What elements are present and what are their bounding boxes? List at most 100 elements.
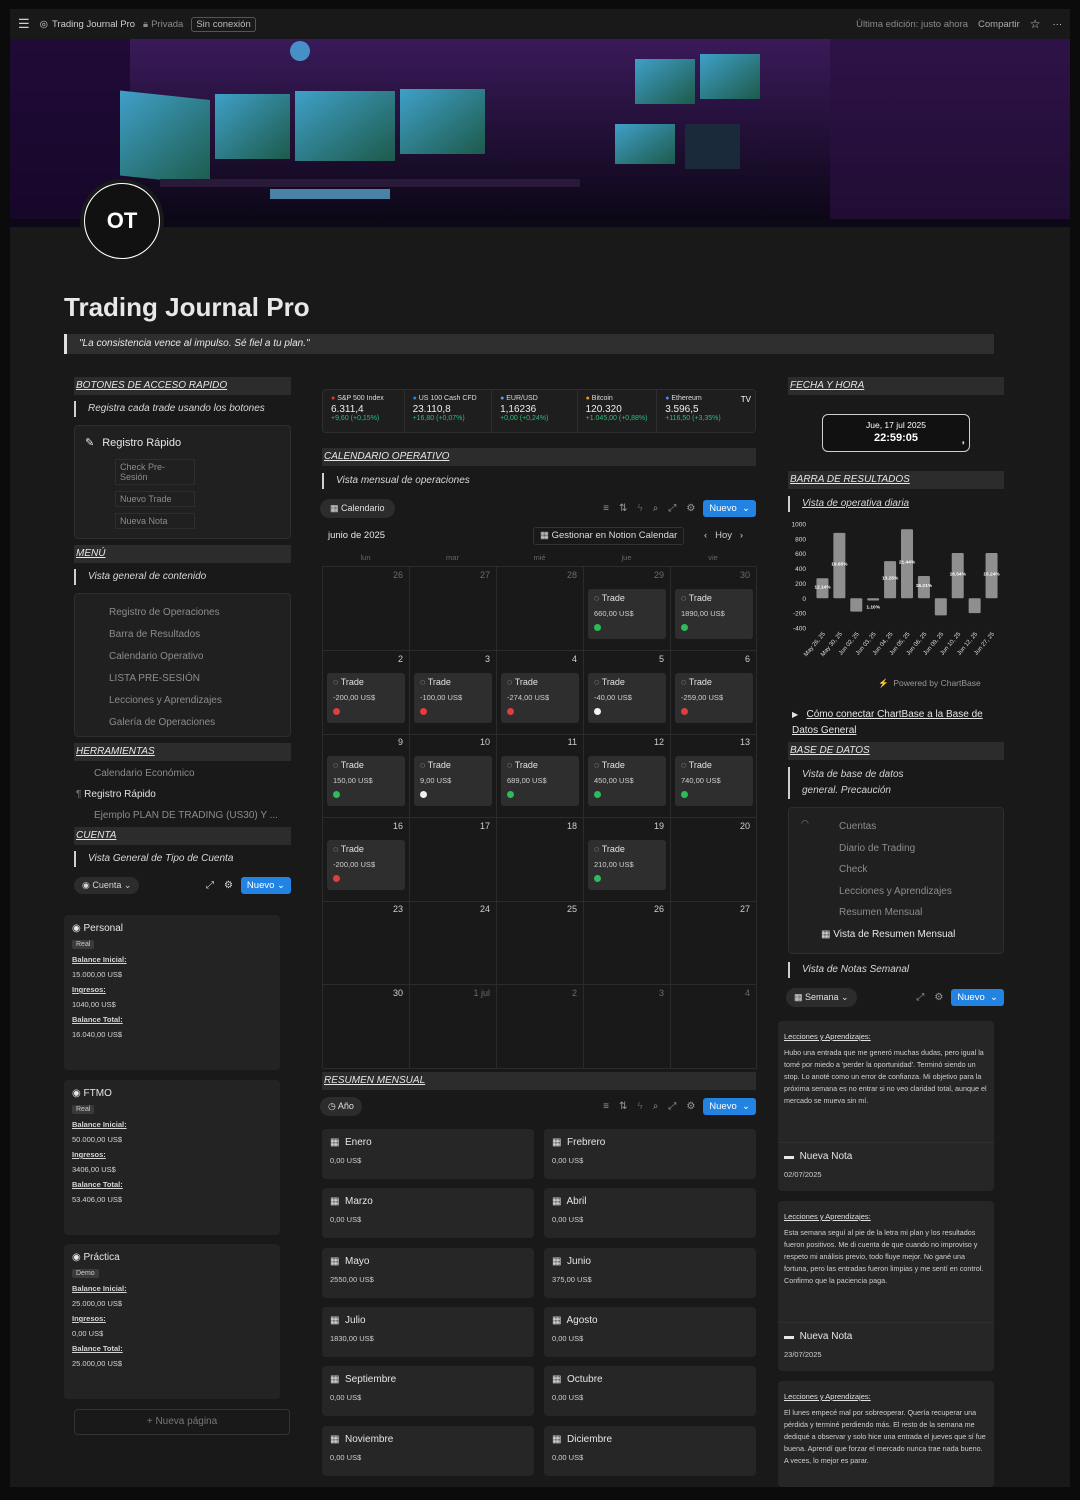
calendar-day-cell[interactable]: 30 (323, 985, 410, 1069)
calendar-new-button[interactable]: Nuevo ⌄ (703, 499, 756, 517)
menu-item-presession[interactable]: LISTA PRE-SESIÓN (109, 668, 290, 690)
expand-icon[interactable]: ⤢ (668, 503, 676, 514)
calendar-day-cell[interactable]: 3 ◌ Trade -100,00 US$ (410, 650, 497, 735)
trade-card[interactable]: ◌ Trade -40,00 US$ (588, 672, 666, 723)
db-item-diary[interactable]: Diario de Trading (839, 838, 1003, 860)
account-card[interactable]: ◉ Personal Real Balance Inicial: 15.000,… (64, 915, 280, 1070)
new-note-button[interactable]: Nueva Nota (115, 513, 195, 529)
settings-icon[interactable]: ⚙ (686, 1101, 695, 1112)
expand-icon[interactable]: ⤢ (916, 992, 924, 1003)
month-card[interactable]: ▦ Junio 375,00 US$ (544, 1247, 756, 1298)
calendar-day-cell[interactable]: 30 ◌ Trade 1890,00 US$ (671, 567, 757, 651)
calendar-day-cell[interactable]: 3 (584, 985, 671, 1069)
month-card[interactable]: ▦ Octubre 0,00 US$ (544, 1366, 756, 1417)
weekly-note-card[interactable]: Lecciones y Aprendizajes: Esta semana se… (778, 1201, 994, 1371)
db-item-monthly-view[interactable]: ▦ Vista de Resumen Mensual (821, 924, 1003, 946)
calendar-day-cell[interactable]: 18 (497, 817, 584, 902)
trade-card[interactable]: ◌ Trade 689,00 US$ (501, 756, 579, 807)
calendar-view-tab[interactable]: ▦ Calendario (320, 498, 395, 518)
trade-card[interactable]: ◌ Trade 660,00 US$ (588, 589, 666, 639)
trade-card[interactable]: ◌ Trade -274,00 US$ (501, 672, 579, 723)
ticker-item[interactable]: ● Bitcoin 120.320 +1.045,00 (+0,88%) (578, 390, 658, 432)
db-item-monthly[interactable]: Resumen Mensual (839, 902, 1003, 924)
prev-month-icon[interactable]: ‹ (704, 530, 707, 541)
expand-icon[interactable]: ⤢ (206, 880, 214, 891)
calendar-day-cell[interactable]: 4 ◌ Trade -274,00 US$ (497, 650, 584, 735)
month-card[interactable]: ▦ Marzo 0,00 US$ (322, 1188, 534, 1239)
automation-icon[interactable]: ϟ (637, 1101, 642, 1112)
weekly-note-card[interactable]: Lecciones y Aprendizajes: El lunes empec… (778, 1381, 994, 1487)
calendar-day-cell[interactable]: 12 ◌ Trade 450,00 US$ (584, 734, 671, 819)
calendar-day-cell[interactable]: 24 (410, 901, 497, 986)
account-new-button[interactable]: Nuevo ⌄ (240, 876, 291, 894)
db-item-check[interactable]: Check (839, 859, 1003, 881)
ticker-item[interactable]: ● EUR/USD 1,16236 +0,00 (+0,24%) (492, 390, 578, 432)
year-view-tab[interactable]: ◷ Año (320, 1096, 362, 1116)
menu-item-gallery[interactable]: Galería de Operaciones (109, 712, 290, 734)
clock-toggle-icon[interactable]: ◑ (960, 438, 965, 447)
month-card[interactable]: ▦ Frebrero 0,00 US$ (544, 1129, 756, 1179)
trade-card[interactable]: ◌ Trade -100,00 US$ (414, 672, 492, 723)
calendar-day-cell[interactable]: 16 ◌ Trade -200,00 US$ (323, 817, 410, 902)
new-page-button[interactable]: + Nueva página (74, 1409, 290, 1435)
trade-card[interactable]: ◌ Trade 9,00 US$ (414, 756, 492, 807)
calendar-day-cell[interactable]: 27 (671, 901, 757, 986)
month-card[interactable]: ▦ Diciembre 0,00 US$ (544, 1425, 756, 1476)
db-item-accounts[interactable]: Cuentas (839, 816, 1003, 838)
search-icon[interactable]: ⌕ (653, 1101, 659, 1112)
tool-quick-register[interactable]: ¶ Registro Rápido (76, 785, 291, 805)
calendar-day-cell[interactable]: 1 jul (410, 985, 497, 1069)
result-bar[interactable] (867, 598, 880, 601)
trade-card[interactable]: ◌ Trade 450,00 US$ (588, 756, 666, 807)
monthly-new-button[interactable]: Nuevo ⌄ (703, 1097, 756, 1115)
calendar-day-cell[interactable]: 28 (497, 567, 584, 651)
notion-calendar-button[interactable]: ▦ Gestionar en Notion Calendar (533, 527, 685, 545)
next-month-icon[interactable]: › (740, 530, 743, 541)
filter-icon[interactable]: ≡ (603, 1101, 609, 1112)
result-bar[interactable] (850, 598, 863, 612)
menu-item-lessons[interactable]: Lecciones y Aprendizajes (109, 690, 290, 712)
chartbase-toggle[interactable]: ▶ Cómo conectar ChartBase a la Base de D… (792, 707, 1002, 739)
calendar-day-cell[interactable]: 13 ◌ Trade 740,00 US$ (671, 734, 757, 819)
more-icon[interactable]: ··· (1053, 19, 1063, 30)
settings-icon[interactable]: ⚙ (934, 992, 943, 1003)
calendar-day-cell[interactable]: 29 ◌ Trade 660,00 US$ (584, 567, 671, 651)
account-card[interactable]: ◉ Práctica Demo Balance Inicial: 25.000,… (64, 1244, 280, 1399)
month-card[interactable]: ▦ Septiembre 0,00 US$ (322, 1366, 534, 1417)
account-view-tab[interactable]: ◉ Cuenta ⌄ (74, 876, 140, 894)
trade-card[interactable]: ◌ Trade -200,00 US$ (327, 839, 405, 890)
filter-icon[interactable]: ≡ (603, 503, 609, 514)
settings-icon[interactable]: ⚙ (224, 880, 233, 891)
menu-item-calendar[interactable]: Calendario Operativo (109, 646, 290, 668)
calendar-day-cell[interactable]: 26 (323, 567, 410, 651)
calendar-day-cell[interactable]: 19 ◌ Trade 210,00 US$ (584, 817, 671, 902)
chartbase-credit[interactable]: ⚡ Powered by ChartBase (878, 678, 981, 689)
check-presession-button[interactable]: Check Pre-Sesión (115, 459, 195, 485)
calendar-day-cell[interactable]: 4 (671, 985, 757, 1069)
privacy-label[interactable]: Privada (151, 19, 183, 30)
calendar-day-cell[interactable]: 27 (410, 567, 497, 651)
result-bar[interactable] (934, 598, 947, 616)
tradingview-logo-icon[interactable]: TV (736, 390, 755, 432)
month-card[interactable]: ▦ Julio 1830,00 US$ (322, 1306, 534, 1357)
calendar-day-cell[interactable]: 20 (671, 817, 757, 902)
weekly-note-card[interactable]: Lecciones y Aprendizajes: Hubo una entra… (778, 1021, 994, 1191)
breadcrumb-title[interactable]: Trading Journal Pro (52, 19, 135, 30)
calendar-day-cell[interactable]: 26 (584, 901, 671, 986)
calendar-day-cell[interactable]: 25 (497, 901, 584, 986)
trade-card[interactable]: ◌ Trade 150,00 US$ (327, 756, 405, 807)
expand-icon[interactable]: ⤢ (668, 1101, 676, 1112)
menu-icon[interactable]: ☰ (18, 16, 30, 32)
calendar-day-cell[interactable]: 11 ◌ Trade 689,00 US$ (497, 734, 584, 819)
menu-item-operations[interactable]: Registro de Operaciones (109, 602, 290, 624)
sort-icon[interactable]: ⇅ (619, 1101, 627, 1112)
month-card[interactable]: ▦ Agosto 0,00 US$ (544, 1306, 756, 1357)
tool-trading-plan[interactable]: Ejemplo PLAN DE TRADING (US30) Y ... (94, 807, 291, 825)
menu-item-results[interactable]: Barra de Resultados (109, 624, 290, 646)
tool-economic-calendar[interactable]: Calendario Económico (94, 765, 291, 783)
today-button[interactable]: Hoy (715, 530, 732, 541)
month-card[interactable]: ▦ Mayo 2550,00 US$ (322, 1247, 534, 1298)
automation-icon[interactable]: ϟ (637, 503, 642, 514)
calendar-day-cell[interactable]: 2 ◌ Trade -200,00 US$ (323, 650, 410, 735)
trade-card[interactable]: ◌ Trade 740,00 US$ (675, 756, 753, 807)
